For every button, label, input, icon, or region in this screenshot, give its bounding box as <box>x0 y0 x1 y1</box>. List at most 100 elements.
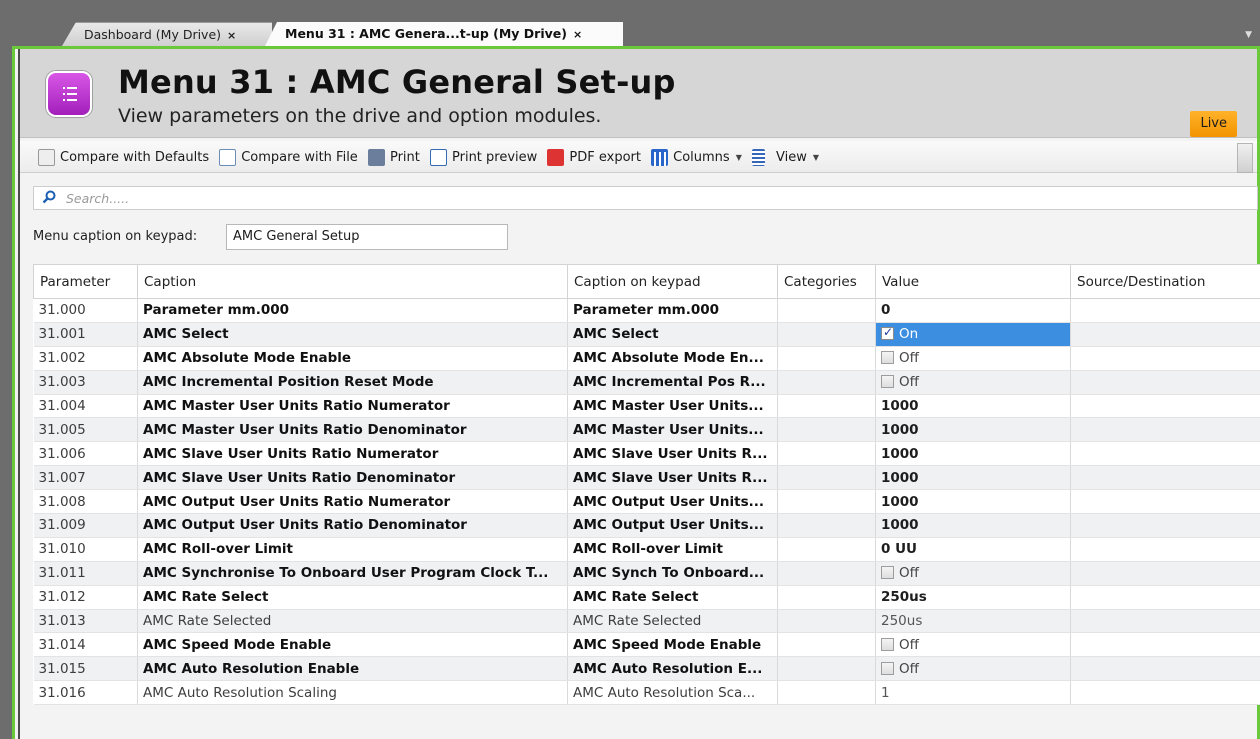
table-row[interactable]: 31.013 AMC Rate Selected AMC Rate Selected… <box>33 609 1260 634</box>
table-row[interactable]: 31.001AMC SelectAMC SelectOn <box>33 322 1260 347</box>
menu-list-icon <box>46 71 92 117</box>
value-cell[interactable]: Off <box>875 346 1071 371</box>
value-cell[interactable]: On <box>875 322 1071 347</box>
close-icon[interactable]: × <box>227 29 236 42</box>
table-row[interactable]: 31.002 AMC Absolute Mode Enable AMC Absolu… <box>33 346 1260 371</box>
pdf-export-button[interactable]: PDF export <box>547 141 641 173</box>
categories-cell <box>777 394 876 419</box>
columns-dropdown[interactable]: Columns ▼ <box>651 141 742 173</box>
source-destination-cell <box>1070 656 1260 682</box>
checkbox-checked[interactable] <box>881 325 894 341</box>
compare-with-file-button[interactable]: Compare with File <box>219 141 358 173</box>
menu-caption-field[interactable]: AMC General Setup <box>226 224 508 250</box>
value-text: 250us <box>881 589 927 606</box>
checkbox-unchecked[interactable] <box>881 375 894 389</box>
column-header-caption-on-keypad[interactable]: Caption on keypad <box>567 264 778 299</box>
categories-cell <box>777 585 876 610</box>
keypad-caption-cell: AMC Output User Units... <box>567 513 778 538</box>
source-destination-cell <box>1070 465 1260 491</box>
caption-cell: AMC Master User Units Ratio Denominator <box>137 417 568 443</box>
table-row[interactable]: 31.010 AMC Roll-over Limit AMC Roll-over L… <box>33 537 1260 562</box>
value-cell[interactable]: 1000 <box>875 513 1071 538</box>
table-row[interactable]: 31.015 AMC Auto Resolution Enable AMC Auto… <box>33 656 1260 682</box>
checkbox-unchecked[interactable] <box>881 351 894 365</box>
value-cell[interactable]: 1000 <box>875 394 1071 419</box>
value-text: 1000 <box>881 445 919 462</box>
value-text: 250us <box>881 613 923 630</box>
value-cell[interactable]: Off <box>875 561 1071 586</box>
table-row[interactable]: 31.011 AMC Synchronise To Onboard User Pr… <box>33 561 1260 586</box>
value-cell[interactable]: 1 <box>875 680 1071 706</box>
tab-list-dropdown-icon[interactable]: ▼ <box>1245 30 1252 40</box>
value-cell[interactable]: 0 UU <box>875 537 1071 562</box>
checkbox-unchecked[interactable] <box>881 661 894 675</box>
view-dropdown[interactable]: View ▼ <box>752 141 819 173</box>
checkbox-unchecked[interactable] <box>881 566 894 580</box>
column-header-source-destination[interactable]: Source/Destination <box>1070 264 1260 299</box>
keypad-caption-cell: AMC Rate Select <box>567 585 778 610</box>
table-row[interactable]: 31.016 AMC Auto Resolution Scaling AMC Aut… <box>33 680 1260 706</box>
table-row[interactable]: 31.012 AMC Rate Select AMC Rate Select 250u… <box>33 585 1260 610</box>
table-row[interactable]: 31.006 AMC Slave User Units Ratio Numerat… <box>33 441 1260 467</box>
value-text: 1000 <box>881 493 919 510</box>
compare-with-defaults-button[interactable]: Compare with Defaults <box>38 141 209 173</box>
keypad-caption-cell: AMC Incremental Pos R... <box>567 370 778 395</box>
column-header-parameter[interactable]: Parameter <box>33 264 138 299</box>
value-text: Off <box>899 350 919 367</box>
column-header-value[interactable]: Value <box>875 264 1071 299</box>
value-text: 1000 <box>881 469 919 486</box>
value-cell[interactable]: 1000 <box>875 417 1071 443</box>
print-button[interactable]: Print <box>367 141 420 173</box>
tab-menu-31[interactable]: Menu 31 : AMC Genera...t-up (My Drive) × <box>265 22 623 46</box>
value-cell[interactable]: 1000 <box>875 441 1071 467</box>
source-destination-cell <box>1070 346 1260 371</box>
keypad-caption-cell: AMC Master User Units... <box>567 394 778 419</box>
keypad-caption-cell: Parameter mm.000 <box>567 298 778 323</box>
table-row[interactable]: 31.008 AMC Output User Units Ratio Numera… <box>33 489 1260 515</box>
parameter-cell: 31.015 <box>33 656 138 682</box>
value-cell[interactable]: 0 <box>875 298 1071 323</box>
categories-cell <box>777 609 876 634</box>
source-destination-cell <box>1070 322 1260 347</box>
close-icon[interactable]: × <box>573 28 582 41</box>
source-destination-cell <box>1070 561 1260 586</box>
categories-cell <box>777 298 876 323</box>
table-row[interactable]: 31.004 AMC Master User Units Ratio Numera… <box>33 394 1260 419</box>
parameter-cell: 31.013 <box>33 609 138 634</box>
search-input[interactable] <box>66 189 1246 207</box>
table-row[interactable]: 31.003 AMC Incremental Position Reset Mod… <box>33 370 1260 395</box>
live-button[interactable]: Live <box>1190 111 1237 137</box>
caption-cell: AMC Select <box>137 322 568 347</box>
button-label: Compare with File <box>241 149 358 165</box>
value-text: Off <box>899 660 919 677</box>
table-row[interactable]: 31.000 Parameter mm.000 Parameter mm.000 0 <box>33 298 1260 323</box>
parameter-cell: 31.011 <box>33 561 138 586</box>
caption-cell: AMC Rate Selected <box>137 609 568 634</box>
value-text: 1 <box>881 684 890 701</box>
value-cell[interactable]: 1000 <box>875 465 1071 491</box>
checkbox-unchecked[interactable] <box>881 637 894 651</box>
parameter-cell: 31.003 <box>33 370 138 395</box>
value-cell[interactable]: 250us <box>875 609 1071 634</box>
value-text: 1000 <box>881 421 919 438</box>
column-header-categories[interactable]: Categories <box>777 264 876 299</box>
tab-label: Dashboard (My Drive) <box>84 27 222 42</box>
column-header-caption[interactable]: Caption <box>137 264 568 299</box>
page-title: Menu 31 : AMC General Set-up <box>118 63 676 101</box>
button-label: Print <box>389 149 420 165</box>
table-row[interactable]: 31.009 AMC Output User Units Ratio Denomi… <box>33 513 1260 538</box>
document-panel: Menu 31 : AMC General Set-up View parame… <box>12 46 1260 739</box>
tab-dashboard[interactable]: Dashboard (My Drive) × <box>62 22 272 46</box>
toolbar-overflow-button[interactable] <box>1237 143 1253 173</box>
value-cell[interactable]: 1000 <box>875 489 1071 515</box>
parameter-cell: 31.016 <box>33 680 138 706</box>
table-row[interactable]: 31.005 AMC Master User Units Ratio Denomi… <box>33 417 1260 443</box>
value-cell[interactable]: 250us <box>875 585 1071 610</box>
compare-icon <box>38 148 55 166</box>
value-cell[interactable]: Off <box>875 370 1071 395</box>
value-cell[interactable]: Off <box>875 632 1071 658</box>
value-cell[interactable]: Off <box>875 656 1071 682</box>
print-preview-button[interactable]: Print preview <box>430 141 537 173</box>
table-row[interactable]: 31.007 AMC Slave User Units Ratio Denomin… <box>33 465 1260 491</box>
table-row[interactable]: 31.014 AMC Speed Mode Enable AMC Speed Mod… <box>33 632 1260 658</box>
